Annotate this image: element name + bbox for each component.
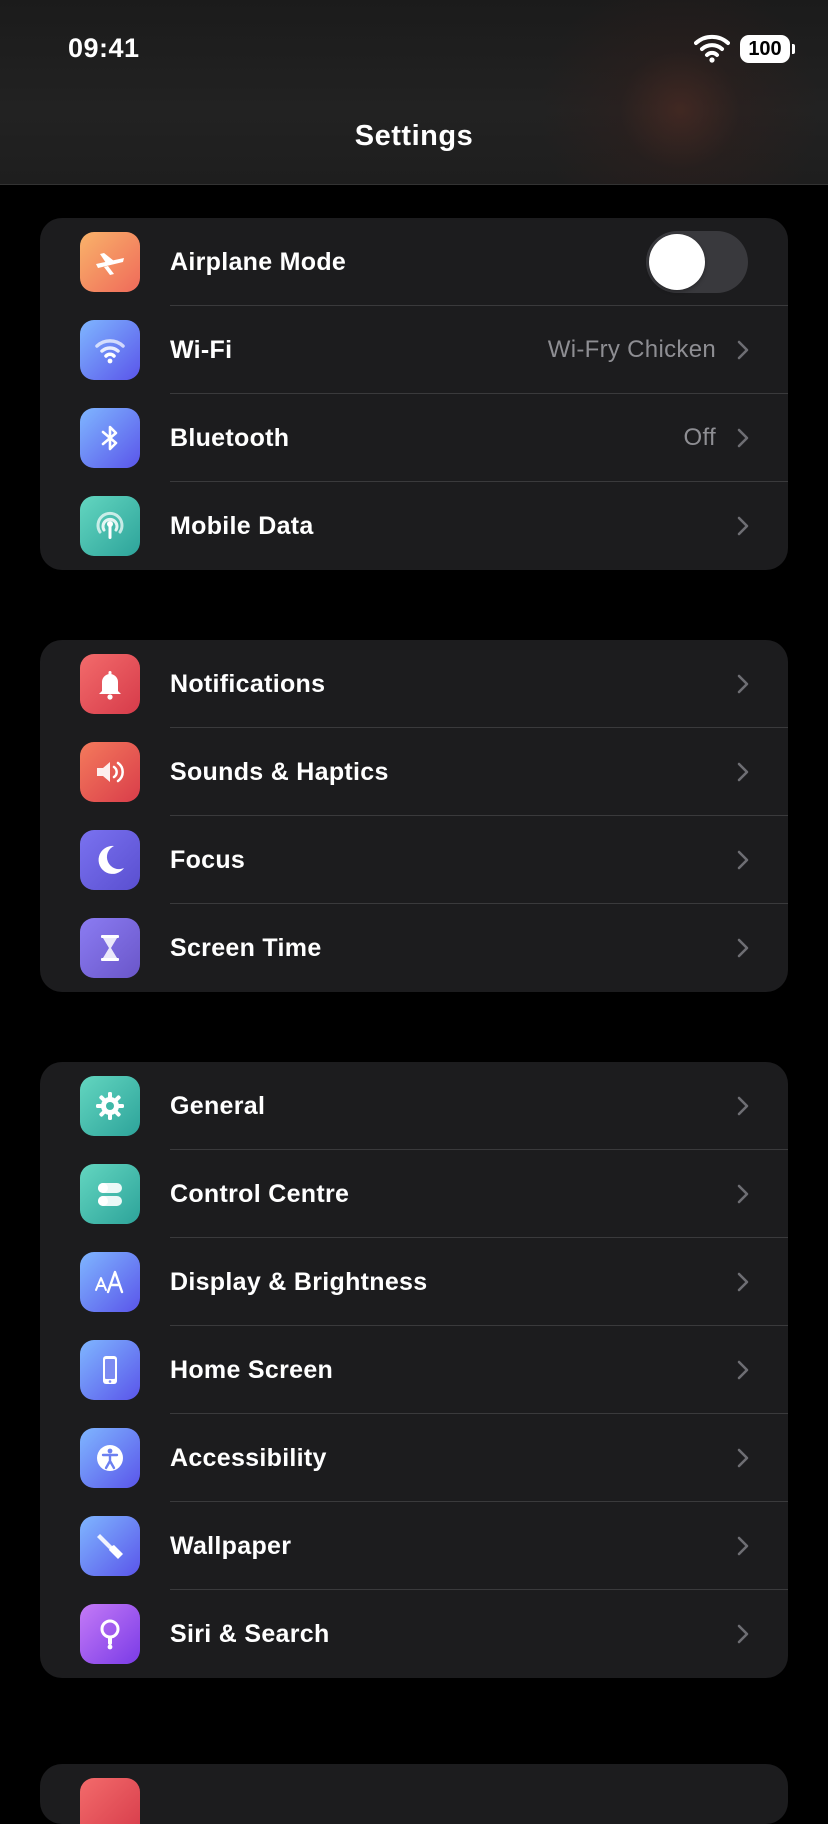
toggle-knob <box>649 234 705 290</box>
chevron-right-icon <box>737 1096 749 1116</box>
row-label: Control Centre <box>170 1180 350 1208</box>
settings-row-wallpaper[interactable]: Wallpaper <box>40 1502 788 1590</box>
airplane-icon <box>80 232 140 292</box>
moon-icon <box>80 830 140 890</box>
airplane-mode-toggle[interactable] <box>646 231 748 293</box>
page-title: Settings <box>354 120 474 152</box>
wifi-network-value: Wi-Fry Chicken <box>547 336 716 363</box>
bluetooth-icon <box>80 408 140 468</box>
battery-terminal <box>792 44 795 54</box>
chevron-right-icon <box>737 1184 749 1204</box>
row-label: Wallpaper <box>170 1532 292 1560</box>
chevron-right-icon <box>737 1360 749 1380</box>
antenna-icon <box>80 496 140 556</box>
chevron-right-icon <box>737 340 749 360</box>
partial-app-icon <box>80 1778 140 1824</box>
chevron-right-icon <box>737 850 749 870</box>
settings-row-wifi[interactable]: Wi-Fi Wi-Fry Chicken <box>40 306 788 394</box>
row-label: Airplane Mode <box>170 248 347 276</box>
settings-row-sounds-haptics[interactable]: Sounds & Haptics <box>40 728 788 816</box>
row-label: Display & Brightness <box>170 1268 428 1296</box>
row-label: Home Screen <box>170 1356 334 1384</box>
status-time: 09:41 <box>68 33 140 63</box>
chevron-right-icon <box>737 674 749 694</box>
settings-row-focus[interactable]: Focus <box>40 816 788 904</box>
chevron-right-icon <box>737 762 749 782</box>
row-label: Mobile Data <box>170 512 314 540</box>
chevron-right-icon <box>737 1624 749 1644</box>
settings-row-screen-time[interactable]: Screen Time <box>40 904 788 992</box>
settings-row-mobile-data[interactable]: Mobile Data <box>40 482 788 570</box>
speaker-icon <box>80 742 140 802</box>
chevron-right-icon <box>737 1272 749 1292</box>
row-label: Notifications <box>170 670 326 698</box>
brush-icon <box>80 1516 140 1576</box>
settings-row-siri-search[interactable]: Siri & Search <box>40 1590 788 1678</box>
accessibility-icon <box>80 1428 140 1488</box>
phone-icon <box>80 1340 140 1400</box>
settings-row-display-brightness[interactable]: Display & Brightness <box>40 1238 788 1326</box>
settings-row-home-screen[interactable]: Home Screen <box>40 1326 788 1414</box>
chevron-right-icon <box>737 938 749 958</box>
general-group: General Control Centre Display & Brightn… <box>40 1062 788 1678</box>
navigation-header: 09:41 100 Settings <box>0 0 828 185</box>
row-label: Bluetooth <box>170 424 290 452</box>
gear-icon <box>80 1076 140 1136</box>
bluetooth-status-value: Off <box>683 424 716 451</box>
row-label: Screen Time <box>170 934 322 962</box>
chevron-right-icon <box>737 428 749 448</box>
row-label: Sounds & Haptics <box>170 758 389 786</box>
settings-row-general[interactable]: General <box>40 1062 788 1150</box>
chevron-right-icon <box>737 1536 749 1556</box>
wifi-icon <box>80 320 140 380</box>
siri-icon <box>80 1604 140 1664</box>
settings-row-accessibility[interactable]: Accessibility <box>40 1414 788 1502</box>
connectivity-group: Airplane Mode Wi-Fi Wi-Fry Chicken Bluet… <box>40 218 788 570</box>
settings-row-bluetooth[interactable]: Bluetooth Off <box>40 394 788 482</box>
row-label: Siri & Search <box>170 1620 330 1648</box>
text-size-icon <box>80 1252 140 1312</box>
settings-row-airplane-mode: Airplane Mode <box>40 218 788 306</box>
battery-indicator: 100 <box>740 35 790 63</box>
hourglass-icon <box>80 918 140 978</box>
settings-row-notifications[interactable]: Notifications <box>40 640 788 728</box>
bell-icon <box>80 654 140 714</box>
chevron-right-icon <box>737 1448 749 1468</box>
row-label: Wi-Fi <box>170 336 233 364</box>
settings-row-control-centre[interactable]: Control Centre <box>40 1150 788 1238</box>
next-group-partial <box>40 1764 788 1824</box>
row-label: Accessibility <box>170 1444 327 1472</box>
toggles-icon <box>80 1164 140 1224</box>
wifi-status-icon <box>694 34 730 63</box>
notifications-group: Notifications Sounds & Haptics Focus Scr… <box>40 640 788 992</box>
row-label: General <box>170 1092 266 1120</box>
chevron-right-icon <box>737 516 749 536</box>
row-label: Focus <box>170 846 246 874</box>
